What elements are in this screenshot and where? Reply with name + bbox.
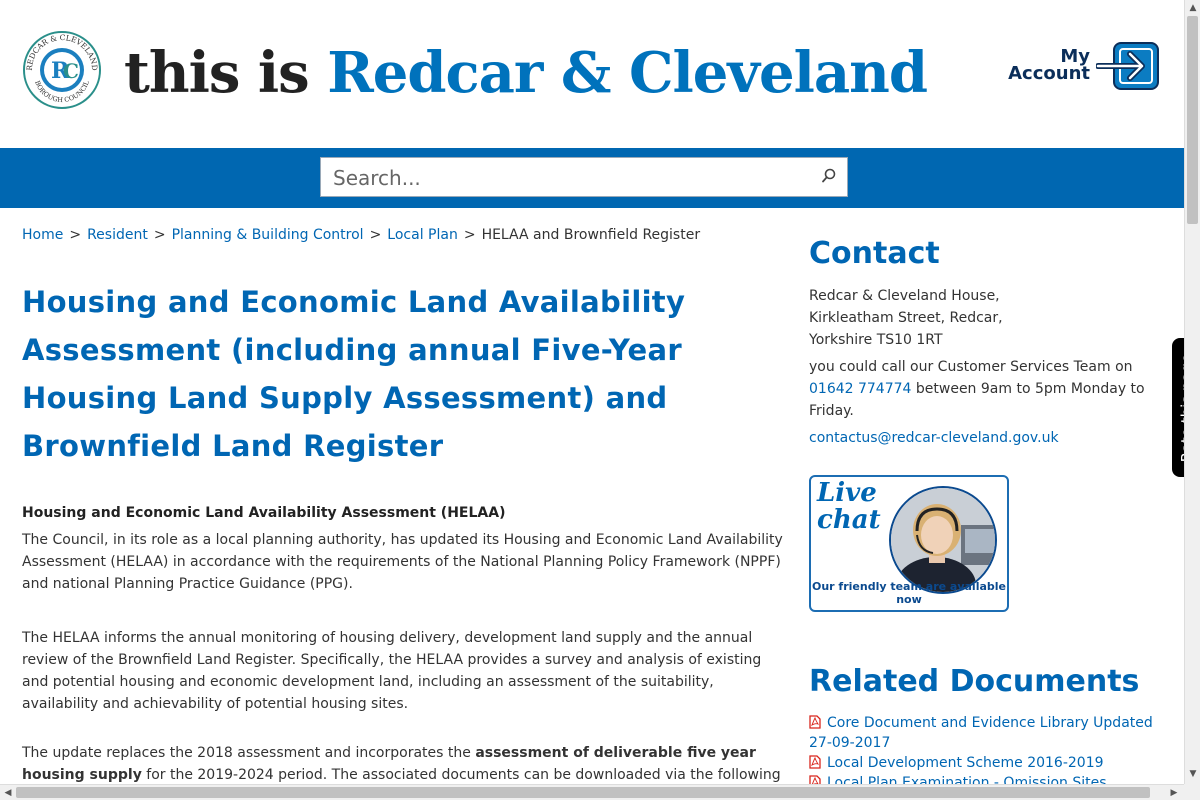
my-account-line2: Account: [1008, 63, 1090, 84]
helaa-paragraph: The HELAA informs the annual monitoring …: [22, 630, 762, 712]
contact-address: Redcar & Cleveland House, Kirkleatham St…: [809, 288, 1003, 348]
breadcrumb-planning[interactable]: Planning & Building Control: [172, 227, 364, 243]
pdf-icon: [809, 755, 821, 769]
site-header: R C REDCAR & CLEVELAND BOROUGH COUNCIL t…: [0, 0, 1184, 148]
related-documents-list: Core Document and Evidence Library Updat…: [809, 713, 1169, 793]
breadcrumb-home[interactable]: Home: [22, 227, 63, 243]
intro-paragraph: The Council, in its role as a local plan…: [22, 532, 783, 592]
scroll-left-icon[interactable]: ◀: [0, 785, 16, 801]
horizontal-scroll-thumb[interactable]: [16, 787, 1150, 798]
breadcrumb-resident[interactable]: Resident: [87, 227, 148, 243]
breadcrumb-current: HELAA and Brownfield Register: [481, 227, 701, 243]
update-paragraph: The update replaces the 2018 assessment …: [22, 745, 781, 783]
search-icon[interactable]: [821, 167, 837, 185]
vertical-scroll-thumb[interactable]: [1187, 16, 1198, 224]
page-title: Housing and Economic Land Availability A…: [22, 285, 686, 463]
brand-name: Redcar & Cleveland: [327, 40, 928, 106]
arrow-right-icon: [1096, 42, 1159, 90]
contact-hours: you could call our Customer Services Tea…: [809, 359, 1145, 419]
breadcrumb-local-plan[interactable]: Local Plan: [387, 227, 458, 243]
advisor-photo: [889, 486, 997, 594]
document-link[interactable]: Core Document and Evidence Library Updat…: [809, 713, 1169, 753]
document-link[interactable]: Local Development Scheme 2016-2019: [809, 753, 1169, 773]
search-input[interactable]: [331, 159, 815, 197]
section-heading: Housing and Economic Land Availability A…: [22, 505, 506, 521]
scroll-down-icon[interactable]: ▼: [1185, 766, 1200, 782]
contact-heading: Contact: [809, 236, 940, 271]
site-brand[interactable]: this is Redcar & Cleveland: [124, 38, 928, 108]
related-documents-heading: Related Documents: [809, 664, 1140, 699]
horizontal-scrollbar[interactable]: ◀ ▶: [0, 784, 1184, 800]
my-account-button[interactable]: My Account: [1002, 42, 1162, 92]
email-link[interactable]: contactus@redcar-cleveland.gov.uk: [809, 430, 1059, 446]
svg-text:C: C: [63, 59, 79, 83]
brand-prefix: this is: [124, 40, 328, 106]
phone-link[interactable]: 01642 774774: [809, 381, 911, 397]
live-chat-caption: Our friendly team are available now: [811, 580, 1006, 606]
scroll-up-icon[interactable]: ▲: [1185, 0, 1200, 16]
vertical-scrollbar[interactable]: ▲ ▼: [1184, 0, 1200, 784]
scroll-right-icon[interactable]: ▶: [1166, 785, 1182, 801]
live-chat-banner[interactable]: Live chat Our friendly team are availabl…: [809, 475, 1009, 612]
breadcrumb: Home > Resident > Planning & Building Contro…: [22, 227, 701, 243]
council-logo[interactable]: R C REDCAR & CLEVELAND BOROUGH COUNCIL: [22, 30, 102, 110]
search-box: [320, 157, 848, 197]
pdf-icon: [809, 715, 821, 729]
scrollbar-corner: [1184, 784, 1200, 800]
